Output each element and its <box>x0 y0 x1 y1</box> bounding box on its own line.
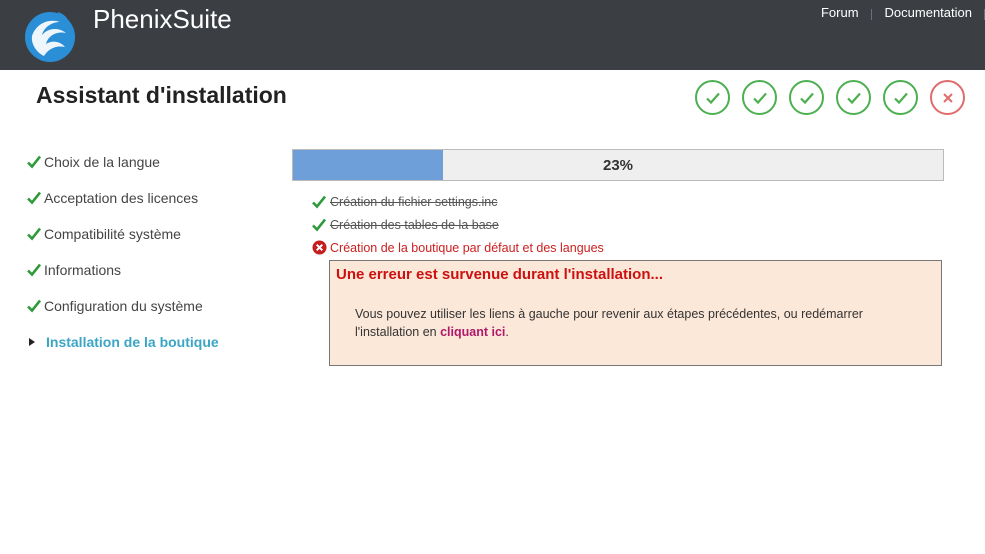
check-icon <box>799 92 814 104</box>
page-title: Assistant d'installation <box>36 82 287 108</box>
sidebar-item-label: Configuration du système <box>44 298 203 314</box>
nav-link-documentation[interactable]: Documentation <box>872 6 984 20</box>
task-item: Création du fichier settings.inc <box>312 190 604 213</box>
step-5-done <box>883 80 918 115</box>
step-1-done <box>695 80 730 115</box>
check-icon <box>27 155 41 169</box>
check-icon <box>312 195 326 208</box>
error-message-text: Vous pouvez utiliser les liens à gauche … <box>355 307 863 339</box>
task-label: Création de la boutique par défaut et de… <box>330 240 604 255</box>
sidebar-item-licenses[interactable]: Acceptation des licences <box>27 180 219 216</box>
check-icon <box>27 263 41 277</box>
task-label: Création du fichier settings.inc <box>330 194 498 209</box>
brand-name: PhenixSuite <box>93 4 232 34</box>
step-indicators <box>695 80 965 115</box>
check-icon <box>846 92 861 104</box>
sidebar-item-compatibility[interactable]: Compatibilité système <box>27 216 219 252</box>
sidebar-item-label: Installation de la boutique <box>46 334 219 350</box>
step-2-done <box>742 80 777 115</box>
step-4-done <box>836 80 871 115</box>
restart-link[interactable]: cliquant ici <box>440 325 505 339</box>
sidebar-item-label: Informations <box>44 262 122 278</box>
caret-right-icon <box>29 338 35 346</box>
sidebar-item-installation[interactable]: Installation de la boutique <box>27 324 219 360</box>
phenix-logo-icon[interactable] <box>22 6 78 64</box>
step-6-error <box>930 80 965 115</box>
error-icon <box>312 240 327 255</box>
sidebar-item-language[interactable]: Choix de la langue <box>27 144 219 180</box>
error-title: Une erreur est survenue durant l'install… <box>336 266 663 283</box>
sidebar-item-configuration[interactable]: Configuration du système <box>27 288 219 324</box>
top-nav: Forum Documentation <box>808 6 985 20</box>
check-icon <box>752 92 767 104</box>
check-icon <box>27 227 41 241</box>
task-item: Création de la boutique par défaut et de… <box>312 236 604 259</box>
check-icon <box>27 191 41 205</box>
step-3-done <box>789 80 824 115</box>
nav-link-forum[interactable]: Forum <box>808 6 871 20</box>
error-message: Vous pouvez utiliser les liens à gauche … <box>355 305 915 341</box>
check-icon <box>27 299 41 313</box>
check-icon <box>705 92 720 104</box>
task-item: Création des tables de la base <box>312 213 604 236</box>
sidebar-item-label: Acceptation des licences <box>44 190 199 206</box>
task-list: Création du fichier settings.inc Créatio… <box>312 190 604 259</box>
install-progress-bar: 23% <box>292 149 944 181</box>
sidebar-steps: Choix de la langue Acceptation des licen… <box>27 144 219 360</box>
check-icon <box>312 218 326 231</box>
progress-label: 23% <box>602 156 634 174</box>
sidebar-item-informations[interactable]: Informations <box>27 252 219 288</box>
sidebar-item-label: Choix de la langue <box>44 154 160 170</box>
check-icon <box>893 92 908 104</box>
task-label: Création des tables de la base <box>330 217 499 232</box>
error-panel: Une erreur est survenue durant l'install… <box>329 260 942 366</box>
close-icon <box>942 92 953 103</box>
app-header: PhenixSuite Forum Documentation <box>0 0 985 70</box>
error-message-end: . <box>505 325 509 339</box>
sidebar-item-label: Compatibilité système <box>44 226 181 242</box>
